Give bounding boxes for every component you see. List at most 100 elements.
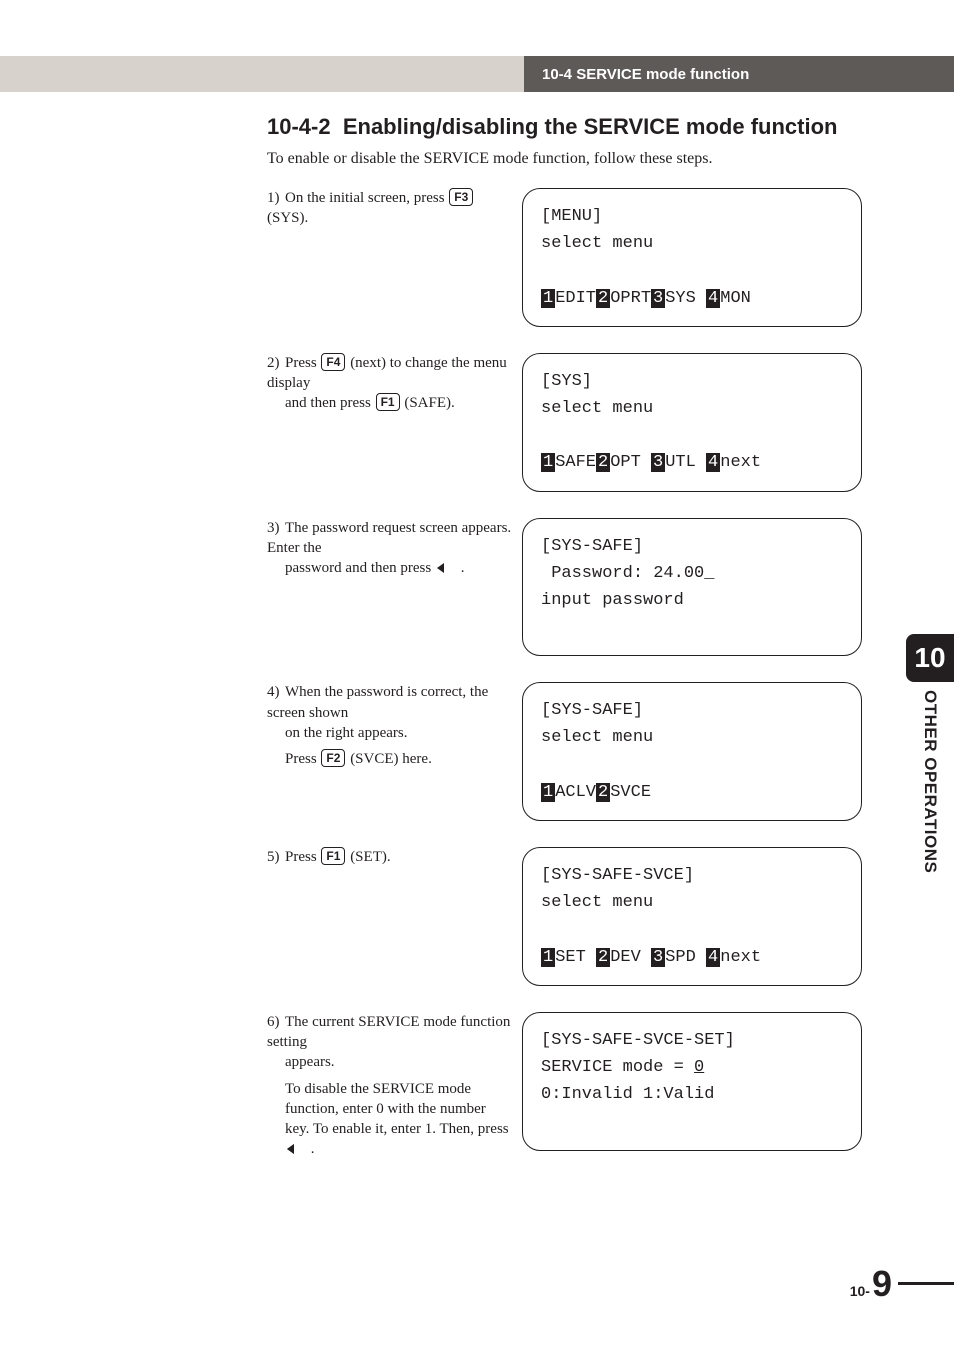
step-1: 1)On the initial screen, press F3 (SYS).… xyxy=(267,188,887,327)
chapter-label: OTHER OPERATIONS xyxy=(920,690,940,873)
main-content: 10-4-2 Enabling/disabling the SERVICE mo… xyxy=(267,114,887,1186)
step-6-ta: The current SERVICE mode function settin… xyxy=(267,1014,510,1050)
step-4-tb: on the right appears. xyxy=(267,723,512,743)
sk-5-2t: DEV xyxy=(610,948,651,967)
sk-1-1n: 1 xyxy=(541,289,555,308)
step-3-ta: The password request screen appears. Ent… xyxy=(267,520,511,556)
step-4-num: 4) xyxy=(267,682,285,702)
step-3-num: 3) xyxy=(267,518,285,538)
step-2-l2a: and then press xyxy=(285,395,375,411)
step-2-num: 2) xyxy=(267,353,285,373)
sk-5-3n: 3 xyxy=(651,948,665,967)
lcd-6-l3: 0:Invalid 1:Valid xyxy=(541,1081,843,1108)
sk-1-2t: OPRT xyxy=(610,289,651,308)
step-3-tb: password and then press xyxy=(285,560,435,576)
step-5-num: 5) xyxy=(267,847,285,867)
sk-5-4t: next xyxy=(720,948,761,967)
section-title: 10-4-2 Enabling/disabling the SERVICE mo… xyxy=(267,114,887,140)
sk-2-2n: 2 xyxy=(596,453,610,472)
lcd-3-l2: Password: 24.00_ xyxy=(541,560,843,587)
breadcrumb: 10-4 SERVICE mode function xyxy=(524,56,954,92)
lcd-4-l2: select menu xyxy=(541,724,843,751)
step-4-ea: Press xyxy=(285,751,320,767)
step-6: 6)The current SERVICE mode function sett… xyxy=(267,1012,887,1160)
lcd-3-l1: [SYS-SAFE] xyxy=(541,533,843,560)
lcd-2-l2: select menu xyxy=(541,395,843,422)
lcd-5-l1: [SYS-SAFE-SVCE] xyxy=(541,862,843,889)
step-5-prefix: Press xyxy=(285,849,320,865)
lcd-6-l2: SERVICE mode = 0 xyxy=(541,1054,843,1081)
sk-4-2n: 2 xyxy=(596,783,610,802)
sk-2-4t: next xyxy=(720,453,761,472)
page-number: 10-9 xyxy=(850,1263,892,1305)
step-3-text: 3)The password request screen appears. E… xyxy=(267,518,522,579)
lcd-1-l3 xyxy=(541,257,843,284)
sk-5-4n: 4 xyxy=(706,948,720,967)
section-heading: Enabling/disabling the SERVICE mode func… xyxy=(343,114,838,139)
lcd-6-l2b: 0 xyxy=(694,1058,704,1077)
page-num: 9 xyxy=(872,1263,892,1305)
header-band-light xyxy=(0,56,524,92)
step-4-text: 4)When the password is correct, the scre… xyxy=(267,682,522,769)
page-prefix: 10- xyxy=(850,1283,870,1299)
sk-1-4n: 4 xyxy=(706,289,720,308)
enter-icon xyxy=(437,561,455,575)
step-6-num: 6) xyxy=(267,1012,285,1032)
lcd-2-l1: [SYS] xyxy=(541,368,843,395)
step-3-tc: . xyxy=(457,560,465,576)
step-2: 2)Press F4 (next) to change the menu dis… xyxy=(267,353,887,492)
sk-2-4n: 4 xyxy=(706,453,720,472)
sk-1-1t: EDIT xyxy=(555,289,596,308)
lcd-6-l1: [SYS-SAFE-SVCE-SET] xyxy=(541,1027,843,1054)
step-2-l2b: (SAFE). xyxy=(401,395,455,411)
lcd-1-l2: select menu xyxy=(541,230,843,257)
sk-2-1t: SAFE xyxy=(555,453,596,472)
step-6-p2d: . xyxy=(307,1141,315,1157)
step-3: 3)The password request screen appears. E… xyxy=(267,518,887,657)
lcd-5-l3 xyxy=(541,916,843,943)
footer-rule xyxy=(898,1282,954,1285)
step-5: 5)Press F1 (SET). [SYS-SAFE-SVCE] select… xyxy=(267,847,887,986)
lcd-2-softkeys: 1SAFE2OPT 3UTL 4next xyxy=(541,449,843,476)
sk-5-1n: 1 xyxy=(541,948,555,967)
keycap-f3: F3 xyxy=(449,188,473,206)
section-number: 10-4-2 xyxy=(267,114,331,139)
sk-1-4t: MON xyxy=(720,289,751,308)
header-band: 10-4 SERVICE mode function xyxy=(0,56,954,92)
lcd-3-l3: input password xyxy=(541,587,843,614)
lcd-3: [SYS-SAFE] Password: 24.00_ input passwo… xyxy=(522,518,862,657)
step-5-text: 5)Press F1 (SET). xyxy=(267,847,522,867)
sk-5-1t: SET xyxy=(555,948,596,967)
step-4-ta: When the password is correct, the screen… xyxy=(267,684,488,720)
sk-2-2t: OPT xyxy=(610,453,651,472)
lcd-6-l2a: SERVICE mode = xyxy=(541,1058,694,1077)
step-5-suffix: (SET). xyxy=(346,849,390,865)
sk-4-2t: SVCE xyxy=(610,783,651,802)
sk-5-2n: 2 xyxy=(596,948,610,967)
chapter-tab: 10 OTHER OPERATIONS xyxy=(906,634,954,873)
keycap-f4: F4 xyxy=(321,353,345,371)
lcd-4-l1: [SYS-SAFE] xyxy=(541,697,843,724)
sk-5-3t: SPD xyxy=(665,948,706,967)
step-1-prefix: On the initial screen, press xyxy=(285,190,448,206)
lcd-4-l3 xyxy=(541,752,843,779)
keycap-f1-b: F1 xyxy=(321,847,345,865)
lcd-2: [SYS] select menu 1SAFE2OPT 3UTL 4next xyxy=(522,353,862,492)
lcd-6-softkeys xyxy=(541,1108,843,1135)
sk-4-1t: ACLV xyxy=(555,783,596,802)
step-2-text: 2)Press F4 (next) to change the menu dis… xyxy=(267,353,522,414)
step-4-eb: (SVCE) here. xyxy=(346,751,431,767)
step-1-text: 1)On the initial screen, press F3 (SYS). xyxy=(267,188,522,229)
lcd-5-softkeys: 1SET 2DEV 3SPD 4next xyxy=(541,944,843,971)
sk-1-2n: 2 xyxy=(596,289,610,308)
sk-2-3t: UTL xyxy=(665,453,706,472)
step-1-suffix: (SYS). xyxy=(267,210,308,226)
lcd-5: [SYS-SAFE-SVCE] select menu 1SET 2DEV 3S… xyxy=(522,847,862,986)
chapter-number-badge: 10 xyxy=(906,634,954,682)
sk-2-1n: 1 xyxy=(541,453,555,472)
sk-1-3t: SYS xyxy=(665,289,706,308)
lcd-5-l2: select menu xyxy=(541,889,843,916)
step-1-num: 1) xyxy=(267,188,285,208)
step-4: 4)When the password is correct, the scre… xyxy=(267,682,887,821)
lcd-1: [MENU] select menu 1EDIT2OPRT3SYS 4MON xyxy=(522,188,862,327)
